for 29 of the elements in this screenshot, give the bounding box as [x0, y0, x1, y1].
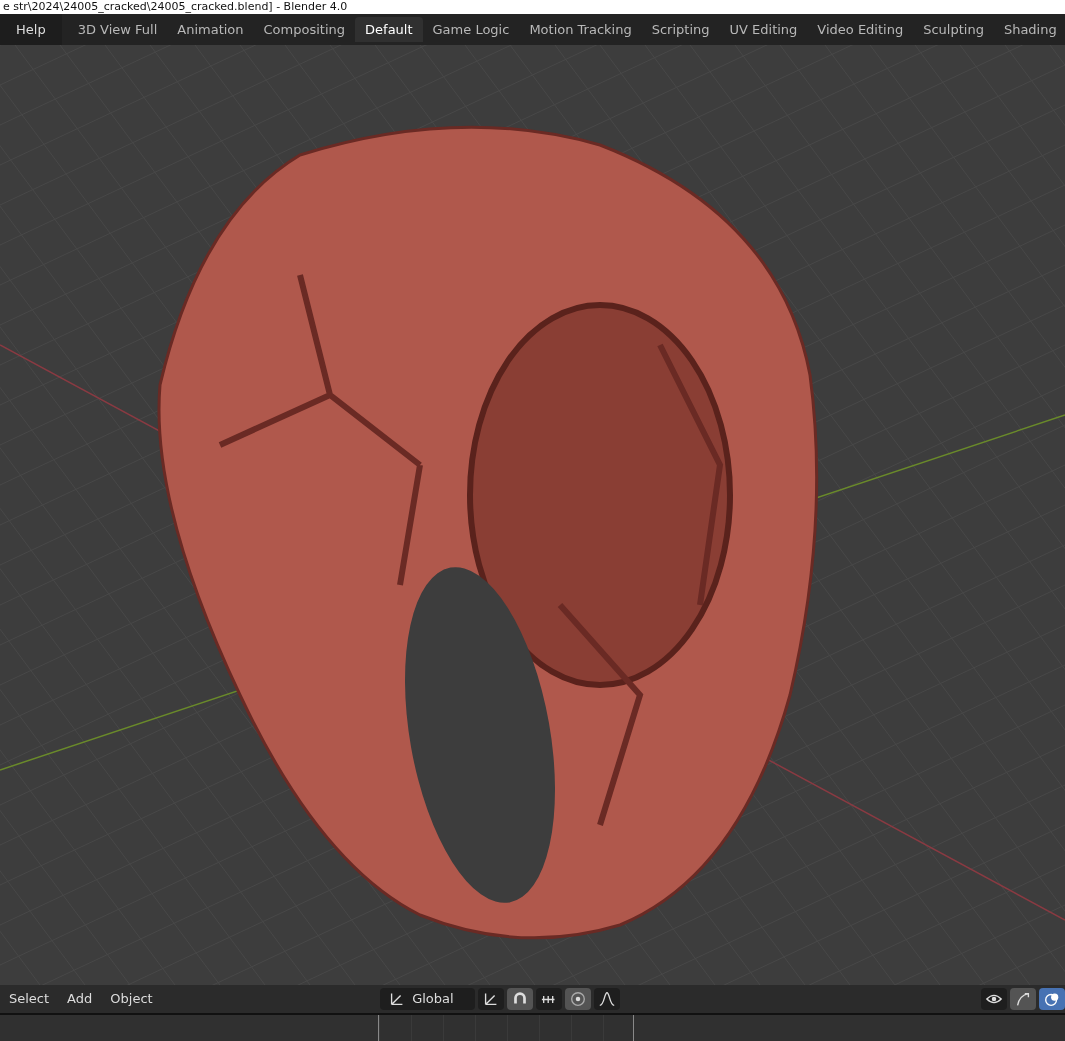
arc-arrow-icon [1014, 990, 1032, 1008]
overlay-toggle[interactable] [1039, 988, 1065, 1010]
workspace-tab[interactable]: Shading [993, 16, 1065, 43]
falloff-toggle[interactable] [593, 988, 620, 1010]
snap-target-toggle[interactable] [535, 988, 562, 1010]
snap-toggle[interactable] [506, 988, 533, 1010]
workspace-tab[interactable]: Motion Tracking [519, 16, 642, 43]
pivot-toggle[interactable] [477, 988, 504, 1010]
transform-orientation-dropdown[interactable]: Global [379, 988, 475, 1010]
workspace-tab[interactable]: Game Logic [422, 16, 520, 43]
window-title: e str\2024\24005_cracked\24005_cracked.blend] - Blender 4.0 [3, 0, 348, 13]
header-menu[interactable]: Select [0, 989, 59, 1009]
circle-target-icon [568, 990, 587, 1008]
curve-icon [597, 990, 616, 1008]
workspace-tab[interactable]: Video Editing [807, 16, 914, 43]
workspace-tab[interactable]: 3D View Full [67, 16, 168, 43]
visibility-toggle[interactable] [981, 988, 1007, 1010]
increment-icon [541, 994, 556, 1004]
help-menu[interactable]: Help [0, 19, 62, 40]
workspace-tab[interactable]: Animation [167, 16, 254, 43]
workspace-tab[interactable]: Default [355, 16, 423, 43]
workspace-tab[interactable]: Scripting [641, 16, 720, 43]
workspace-tab[interactable]: UV Editing [719, 16, 808, 43]
header-menu[interactable]: Object [101, 989, 162, 1009]
proportional-toggle[interactable] [564, 988, 591, 1010]
workspace-tab[interactable]: Compositing [253, 16, 356, 43]
header-menu[interactable]: Add [58, 989, 102, 1009]
gizmo-toggle[interactable] [1010, 988, 1036, 1010]
workspace-tab[interactable]: Sculpting [913, 16, 994, 43]
